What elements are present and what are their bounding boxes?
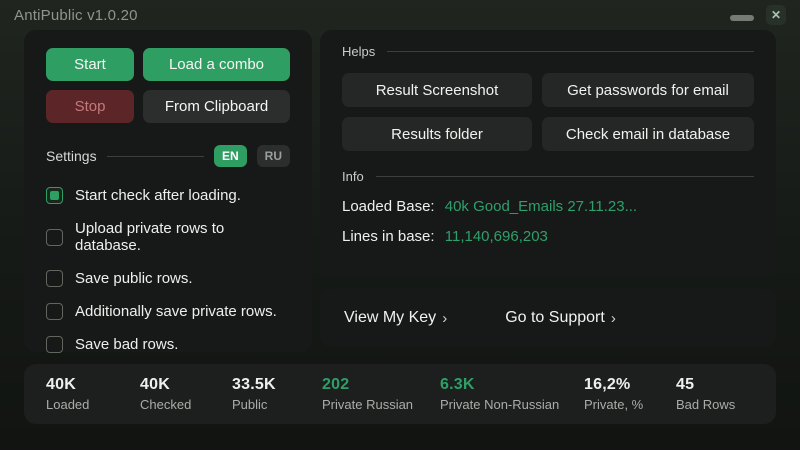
check-email-in-database-button[interactable]: Check email in database — [542, 117, 754, 151]
info-divider — [375, 176, 754, 177]
info-section-header: Info — [342, 169, 754, 184]
checkbox-save-bad-rows[interactable]: Save bad rows. — [46, 336, 290, 353]
titlebar: AntiPublic v1.0.20 ✕ — [0, 0, 800, 30]
helps-divider — [387, 51, 754, 52]
checkbox-icon — [46, 336, 63, 353]
stat-value: 45 — [676, 376, 695, 393]
checkbox-icon — [46, 228, 63, 246]
links-panel: View My Key › Go to Support › — [320, 289, 776, 347]
checkbox-label: Upload private rows to database. — [75, 220, 225, 254]
close-icon[interactable]: ✕ — [766, 5, 786, 25]
window-controls: ✕ — [730, 5, 786, 25]
chevron-right-icon: › — [442, 309, 448, 327]
stat-label: Private Non-Russian — [440, 397, 560, 412]
stat-label: Private, % — [584, 397, 644, 412]
stat-loaded: 40K Loaded — [46, 376, 140, 412]
settings-label: Settings — [46, 148, 97, 164]
settings-row: Settings EN RU — [46, 145, 290, 167]
stat-value: 33.5K — [232, 376, 276, 393]
stat-value: 6.3K — [440, 376, 475, 393]
checkbox-label: Start check after loading. — [75, 187, 241, 204]
view-my-key-label: View My Key — [344, 309, 437, 326]
helps-title: Helps — [342, 44, 376, 59]
stat-value: 16,2% — [584, 376, 631, 393]
language-toggle-en[interactable]: EN — [213, 145, 247, 167]
stat-label: Checked — [140, 397, 192, 412]
stat-checked: 40K Checked — [140, 376, 232, 412]
app-title: AntiPublic v1.0.20 — [14, 7, 138, 24]
stat-value: 40K — [140, 376, 170, 393]
loaded-base-label: Loaded Base: — [342, 198, 435, 215]
checkbox-icon — [46, 187, 63, 204]
view-my-key-link[interactable]: View My Key › — [344, 309, 447, 327]
stat-label: Loaded — [46, 397, 90, 412]
stats-bar: 40K Loaded 40K Checked 33.5K Public 202 … — [24, 364, 776, 424]
go-to-support-label: Go to Support — [505, 309, 605, 326]
stat-label: Private Russian — [322, 397, 414, 412]
settings-divider — [106, 155, 204, 157]
controls-panel: Start Load a combo Stop From Clipboard S… — [24, 30, 312, 353]
stat-label: Bad Rows — [676, 397, 736, 412]
stop-button[interactable]: Stop — [46, 90, 134, 123]
loaded-base-value: 40k Good_Emails 27.11.23... — [444, 198, 638, 215]
start-button[interactable]: Start — [46, 48, 134, 81]
lines-in-base-label: Lines in base: — [342, 228, 435, 245]
lines-in-base-value: 11,140,696,203 — [444, 228, 548, 245]
helps-info-panel: Helps Result Screenshot Get passwords fo… — [320, 30, 776, 278]
language-toggle-ru[interactable]: RU — [256, 145, 290, 167]
result-screenshot-button[interactable]: Result Screenshot — [342, 73, 532, 107]
load-combo-button[interactable]: Load a combo — [143, 48, 290, 81]
loaded-base-row: Loaded Base: 40k Good_Emails 27.11.23... — [342, 198, 754, 215]
stat-bad-rows: 45 Bad Rows — [676, 376, 735, 412]
from-clipboard-button[interactable]: From Clipboard — [143, 90, 290, 123]
checkbox-label: Save public rows. — [75, 270, 193, 287]
stat-public: 33.5K Public — [232, 376, 322, 412]
stat-value: 40K — [46, 376, 76, 393]
checkbox-save-public-rows[interactable]: Save public rows. — [46, 270, 290, 287]
checkbox-start-check-after-loading[interactable]: Start check after loading. — [46, 187, 290, 204]
stat-private-russian: 202 Private Russian — [322, 376, 440, 412]
checkbox-icon — [46, 270, 63, 287]
checkbox-additionally-save-private-rows[interactable]: Additionally save private rows. — [46, 303, 290, 320]
get-passwords-for-email-button[interactable]: Get passwords for email — [542, 73, 754, 107]
chevron-right-icon: › — [610, 309, 616, 327]
go-to-support-link[interactable]: Go to Support › — [505, 309, 616, 327]
results-folder-button[interactable]: Results folder — [342, 117, 532, 151]
checkbox-upload-private-rows[interactable]: Upload private rows to database. — [46, 220, 290, 254]
stat-value: 202 — [322, 376, 350, 393]
info-title: Info — [342, 169, 364, 184]
lines-in-base-row: Lines in base: 11,140,696,203 — [342, 228, 754, 245]
settings-checkbox-list: Start check after loading. Upload privat… — [46, 187, 290, 353]
minimize-icon[interactable] — [730, 15, 754, 21]
checkbox-label: Additionally save private rows. — [75, 303, 277, 320]
stat-private-non-russian: 6.3K Private Non-Russian — [440, 376, 584, 412]
stat-label: Public — [232, 397, 268, 412]
checkbox-label: Save bad rows. — [75, 336, 179, 353]
stat-private-percent: 16,2% Private, % — [584, 376, 676, 412]
checkbox-icon — [46, 303, 63, 320]
helps-section-header: Helps — [342, 44, 754, 59]
